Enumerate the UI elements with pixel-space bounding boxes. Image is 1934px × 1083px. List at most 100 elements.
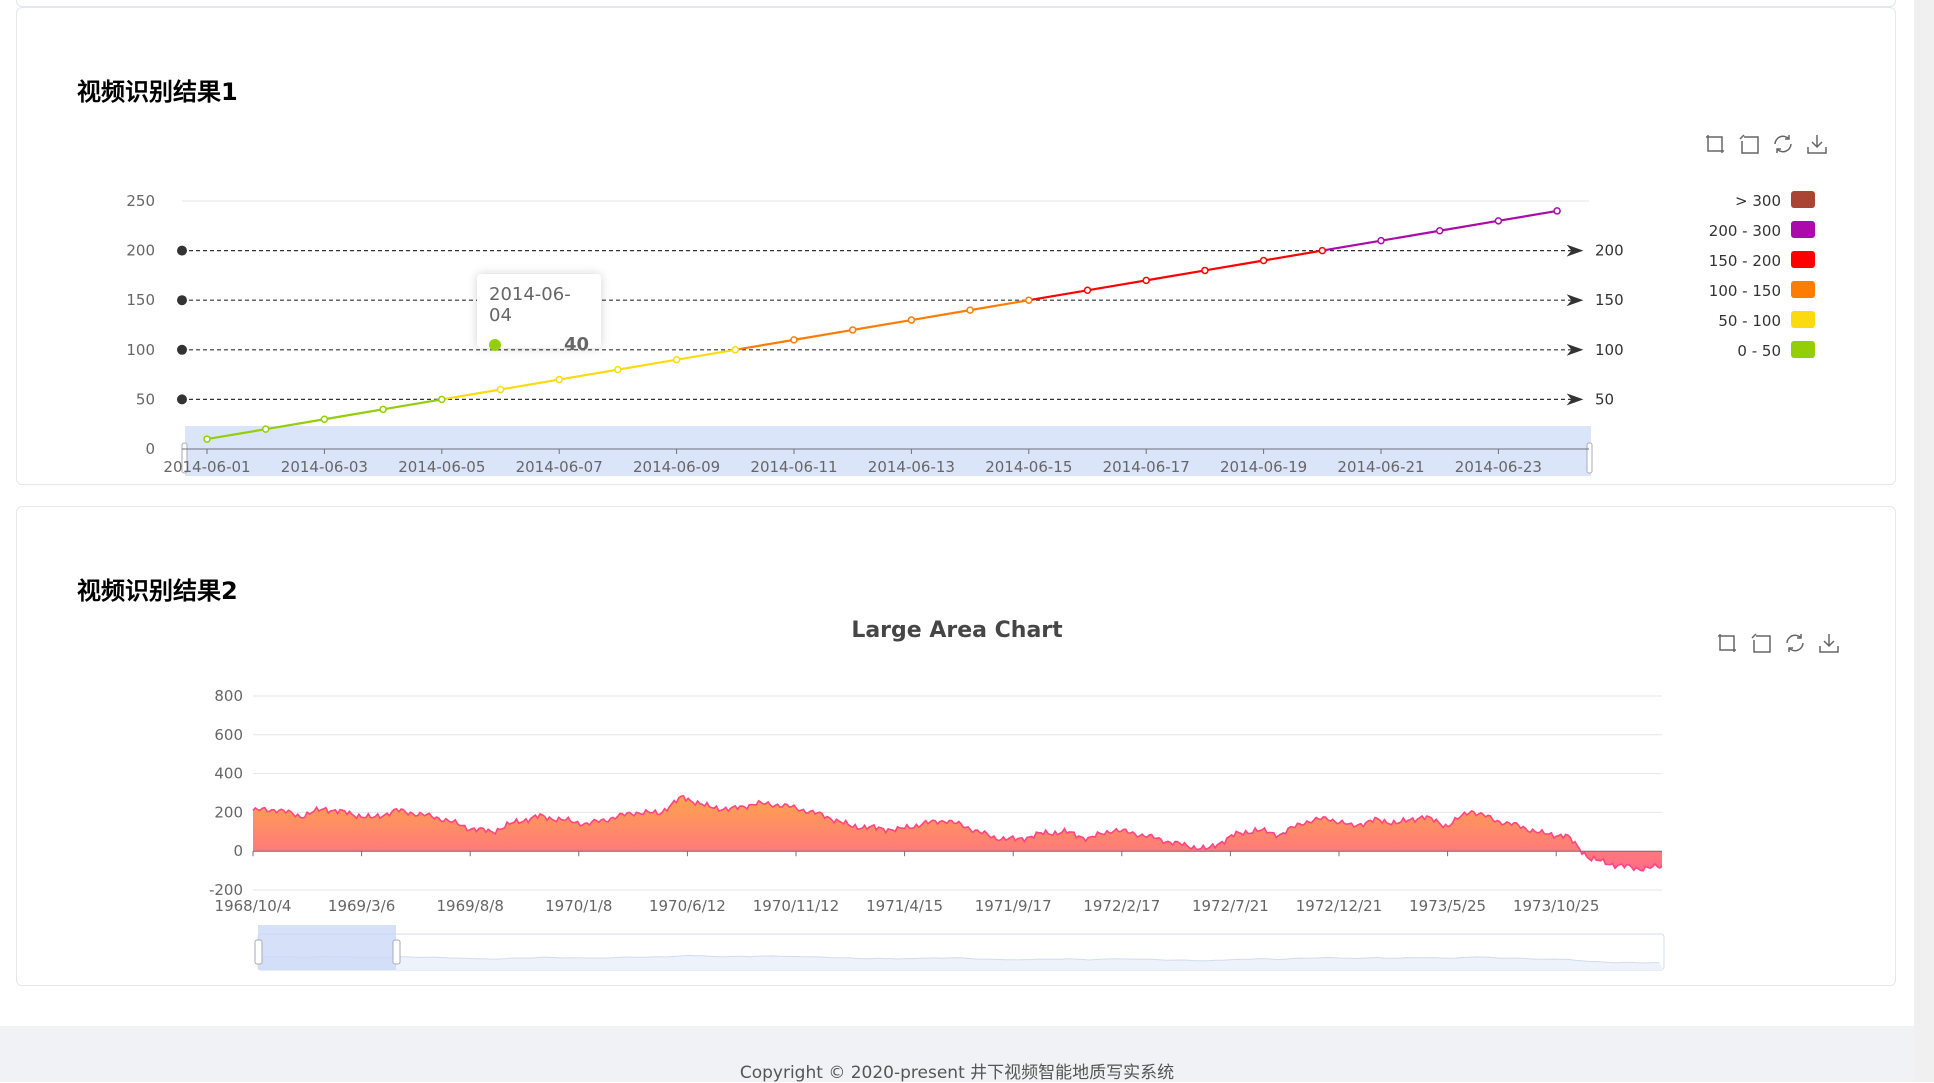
x-tick-label: 2014-06-07 — [516, 458, 603, 476]
y-tick-label: 150 — [126, 291, 155, 309]
series-segment — [793, 328, 853, 341]
series-segment — [441, 388, 501, 401]
line-chart: 0 50 100 150 200 250 50 100 150 200 2014-06-01 2014… — [126, 191, 1815, 476]
mark-line-start — [177, 344, 187, 355]
data-point — [672, 355, 681, 364]
visualmap-label: 150 - 200 — [1709, 252, 1781, 270]
visualmap-swatch — [1791, 281, 1815, 298]
series-segment — [500, 378, 560, 391]
data-point — [438, 395, 446, 404]
data-point — [1142, 276, 1150, 285]
x-tick-label: 1973/10/25 — [1513, 897, 1599, 915]
y-tick-label: 200 — [126, 242, 155, 260]
y-tick-label: 0 — [145, 440, 155, 458]
mark-line-label: 200 — [1595, 242, 1624, 260]
y-tick-label: 100 — [126, 341, 155, 359]
y-tick-label: 800 — [214, 687, 243, 705]
visualmap-label: 200 - 300 — [1709, 222, 1781, 240]
visualmap-label: 50 - 100 — [1718, 312, 1781, 330]
y-tick-label: 250 — [126, 192, 155, 210]
data-point — [1025, 296, 1033, 304]
x-tick-label: 1972/2/17 — [1083, 897, 1160, 915]
page-scrollbar[interactable] — [1914, 0, 1934, 1082]
visualmap-swatch — [1791, 311, 1815, 328]
data-point — [848, 326, 857, 334]
series-segment — [617, 358, 677, 371]
data-point — [261, 425, 270, 433]
data-point — [790, 336, 798, 344]
data-point — [1494, 217, 1503, 225]
visualmap-label: 100 - 150 — [1709, 282, 1781, 300]
x-tick-label: 1970/6/12 — [649, 897, 726, 915]
data-point — [614, 365, 622, 374]
visualmap-swatch — [1791, 341, 1815, 358]
x-tick-label: 1972/7/21 — [1192, 897, 1269, 915]
x-tick-label: 1970/1/8 — [545, 897, 612, 915]
chart-title: Large Area Chart — [851, 618, 1063, 643]
y-tick-label: 200 — [214, 803, 243, 821]
data-point — [1259, 256, 1268, 265]
x-tick-label: 1970/11/12 — [753, 897, 839, 915]
series-segment — [1380, 229, 1440, 242]
area-fill — [253, 795, 1662, 871]
data-point — [966, 306, 974, 314]
tooltip-date: 2014-06-04 — [489, 284, 571, 326]
mark-line-start — [177, 295, 187, 306]
visualmap-swatch — [1791, 221, 1815, 238]
series-segment — [1322, 239, 1382, 252]
area-chart: Large Area Chart-20002004006008001968/10… — [209, 618, 1665, 971]
x-tick-label: 2014-06-09 — [633, 458, 720, 476]
data-point — [1318, 246, 1327, 255]
series-segment — [1204, 259, 1264, 272]
data-point — [1435, 227, 1444, 235]
mark-line-label: 150 — [1595, 291, 1624, 309]
visualmap-swatch — [1791, 191, 1815, 208]
datazoom-handle-left — [254, 939, 263, 965]
data-point — [1377, 236, 1385, 245]
x-tick-label: 1969/8/8 — [437, 897, 504, 915]
series-segment — [1498, 209, 1558, 222]
mark-line-start — [177, 394, 187, 405]
chart-card-1: 视频识别结果1 0 50 100 150 200 250 50 100 150 200 2014-0… — [16, 7, 1896, 485]
mark-line-label: 100 — [1595, 341, 1624, 359]
x-tick-label: 2014-06-11 — [750, 458, 837, 476]
data-point — [203, 435, 211, 443]
visualmap-swatch — [1791, 251, 1815, 268]
x-tick-label: 2014-06-19 — [1220, 458, 1307, 476]
series-segment — [1028, 289, 1088, 302]
data-point — [379, 405, 387, 414]
x-tick-label: 2014-06-15 — [985, 458, 1072, 476]
x-tick-label: 2014-06-03 — [281, 458, 368, 476]
data-point — [496, 385, 505, 394]
data-point — [1201, 266, 1209, 275]
chart-card-2: 视频识别结果2 Large Area Chart -200 0 200 400 600 80… — [16, 506, 1896, 986]
series-segment — [1087, 279, 1147, 292]
chart-tooltip: 2014-06-04 40 — [477, 274, 601, 355]
datazoom-window — [258, 925, 396, 970]
x-tick-label: 1972/12/21 — [1296, 897, 1382, 915]
mark-line-start — [177, 245, 187, 256]
x-tick-label: 1969/3/6 — [328, 897, 395, 915]
y-tick-label: 50 — [136, 390, 155, 408]
visualmap-label: > 300 — [1735, 192, 1781, 210]
visualmap-label: 0 - 50 — [1737, 342, 1781, 360]
tooltip-marker — [489, 338, 501, 351]
data-point — [1083, 286, 1092, 295]
x-tick-label: 1973/5/25 — [1409, 897, 1486, 915]
series-segment — [559, 368, 619, 381]
x-tick-label: 2014-06-17 — [1103, 458, 1190, 476]
y-tick-label: 400 — [214, 765, 243, 783]
page-footer: Copyright © 2020-present 井下视频智能地质写实系统 — [0, 1026, 1914, 1083]
data-point — [907, 316, 916, 324]
x-tick-label: 2014-06-01 — [163, 458, 250, 476]
mark-line-label: 50 — [1595, 390, 1614, 408]
datazoom-handle-right — [392, 939, 401, 965]
x-tick-label: 2014-06-21 — [1337, 458, 1424, 476]
x-tick-label: 2014-06-23 — [1455, 458, 1542, 476]
datazoom-handle-right — [1586, 442, 1593, 474]
series-segment — [735, 338, 795, 351]
series-segment — [852, 318, 912, 332]
data-point — [320, 415, 329, 423]
data-point — [555, 375, 563, 384]
previous-card-edge — [16, 0, 1896, 7]
